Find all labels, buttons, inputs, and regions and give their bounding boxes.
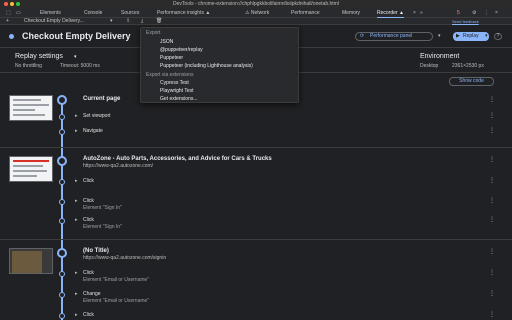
upload-icon[interactable]: ⇪ bbox=[126, 18, 130, 25]
step-node bbox=[59, 313, 65, 319]
performance-panel-label: Performance panel bbox=[370, 33, 413, 39]
tab-elements[interactable]: Elements bbox=[40, 8, 61, 18]
step-selector: Element "Sign In" bbox=[83, 205, 122, 211]
section-menu-icon[interactable]: ⋮ bbox=[489, 157, 495, 164]
step-menu-icon[interactable]: ⋮ bbox=[489, 198, 495, 205]
settings-gear-icon[interactable]: ⚙ bbox=[472, 8, 476, 18]
tab-performance-insights[interactable]: Performance insights ▲ bbox=[157, 8, 210, 18]
recorder-toolbar: + Checkout Empty Delivery... ▾ ⇪ ⤓ 🗑 Sen… bbox=[0, 18, 512, 25]
step-item[interactable]: ▸ Click bbox=[75, 217, 94, 224]
section-menu-icon[interactable]: ⋮ bbox=[489, 97, 495, 104]
devtools-window: DevTools - chrome-extension://chphlpgkkb… bbox=[0, 0, 512, 320]
help-button[interactable]: ? bbox=[494, 33, 502, 40]
more-tabs-icon[interactable]: » bbox=[420, 8, 423, 18]
tab-recorder[interactable]: Recorder ▲ bbox=[377, 8, 404, 18]
replay-dropdown-icon[interactable]: ▾ bbox=[485, 32, 489, 41]
tab-console[interactable]: Console bbox=[84, 8, 102, 18]
replay-settings-title[interactable]: Replay settings bbox=[15, 52, 63, 62]
tab-performance[interactable]: Performance bbox=[291, 8, 320, 18]
new-recording-button[interactable]: + bbox=[6, 18, 9, 25]
collapse-icon[interactable]: ▾ bbox=[74, 52, 77, 62]
download-icon[interactable]: ⤓ bbox=[141, 18, 143, 25]
step-node bbox=[59, 179, 65, 185]
step-menu-icon[interactable]: ⋮ bbox=[489, 128, 495, 135]
step-menu-icon[interactable]: ⋮ bbox=[489, 270, 495, 277]
section-node bbox=[57, 248, 67, 258]
section-thumbnail bbox=[9, 156, 53, 182]
tab-memory[interactable]: Memory bbox=[342, 8, 360, 18]
step-menu-icon[interactable]: ⋮ bbox=[489, 312, 495, 319]
section-title: Current page bbox=[83, 96, 121, 102]
timeout-value[interactable]: Timeout: 5000 ms bbox=[60, 62, 100, 70]
section-url: https://www-qa2.autozone.com/ bbox=[83, 163, 154, 169]
step-node bbox=[59, 292, 65, 298]
tab-network[interactable]: ⚠ Network bbox=[245, 8, 269, 18]
section-divider bbox=[0, 239, 512, 240]
performance-panel-button[interactable]: ⟳ Performance panel bbox=[355, 32, 433, 41]
export-json-item[interactable]: JSON bbox=[160, 39, 173, 46]
step-menu-icon[interactable]: ⋮ bbox=[489, 291, 495, 298]
export-playwright-item[interactable]: Playwright Test bbox=[160, 88, 194, 95]
step-selector: Element "Email or Username" bbox=[83, 277, 150, 283]
environment-title: Environment bbox=[420, 53, 460, 60]
close-devtools-icon[interactable]: × bbox=[495, 8, 498, 18]
step-node bbox=[59, 199, 65, 205]
section-thumbnail bbox=[9, 95, 53, 121]
environment-device: Desktop bbox=[420, 63, 439, 69]
step-item[interactable]: ▸ Change bbox=[75, 291, 101, 298]
export-menu: Export JSON @puppeteer/replay Puppeteer … bbox=[140, 27, 299, 103]
delete-icon[interactable]: 🗑 bbox=[156, 18, 162, 25]
step-node bbox=[59, 129, 65, 135]
export-puppeteer-item[interactable]: Puppeteer bbox=[160, 55, 183, 62]
step-selector: Element "Email or Username" bbox=[83, 298, 150, 304]
export-puppeteer-lighthouse-item[interactable]: Puppeteer (including Lighthouse analysis… bbox=[160, 63, 253, 70]
play-icon: ▶ bbox=[456, 33, 460, 39]
close-tab-icon[interactable]: × bbox=[413, 8, 416, 18]
step-item[interactable]: ▸ Click bbox=[75, 178, 94, 185]
step-item[interactable]: ▸ Set viewport bbox=[75, 113, 111, 120]
replay-button[interactable]: ▶ Replay bbox=[453, 32, 489, 41]
step-menu-icon[interactable]: ⋮ bbox=[489, 217, 495, 224]
section-url: https://www-qa2.autozone.com/signin bbox=[83, 255, 167, 261]
recording-title[interactable]: Checkout Empty Delivery bbox=[22, 30, 131, 43]
step-node bbox=[59, 114, 65, 120]
menu-heading-extensions: Export via extensions bbox=[146, 72, 194, 78]
error-count-badge[interactable]: 5 bbox=[457, 8, 460, 18]
section-thumbnail bbox=[9, 248, 53, 274]
section-node bbox=[57, 95, 67, 105]
replay-label: Replay bbox=[463, 33, 479, 39]
title-bar: DevTools - chrome-extension://chphlpgkkb… bbox=[0, 0, 512, 8]
get-extensions-item[interactable]: Get extensions... bbox=[160, 96, 198, 103]
step-item[interactable]: ▸ Navigate bbox=[75, 128, 103, 135]
throttling-value[interactable]: No throttling bbox=[15, 62, 42, 70]
menu-heading-export: Export bbox=[146, 30, 161, 36]
step-selector: Element "Sign In" bbox=[83, 224, 122, 230]
device-toggle-icon[interactable]: ▭ bbox=[16, 8, 21, 18]
section-menu-icon[interactable]: ⋮ bbox=[489, 249, 495, 256]
window-title: DevTools - chrome-extension://chphlpgkkb… bbox=[173, 1, 339, 7]
perf-dropdown-icon[interactable]: ▾ bbox=[438, 32, 441, 41]
send-feedback-link[interactable]: Send feedback bbox=[452, 18, 479, 25]
export-cypress-item[interactable]: Cypress Test bbox=[160, 80, 189, 87]
chevron-down-icon[interactable]: ▾ bbox=[110, 18, 113, 25]
step-node bbox=[59, 218, 65, 224]
inspect-icon[interactable]: ⬚ bbox=[6, 8, 11, 18]
section-divider bbox=[0, 147, 512, 148]
performance-icon: ⟳ bbox=[360, 33, 365, 39]
tab-sources[interactable]: Sources bbox=[121, 8, 139, 18]
step-menu-icon[interactable]: ⋮ bbox=[489, 113, 495, 120]
recording-dot-icon bbox=[9, 34, 14, 39]
section-node bbox=[57, 156, 67, 166]
step-item[interactable]: ▸ Click bbox=[75, 312, 94, 319]
recording-select[interactable]: Checkout Empty Delivery... bbox=[24, 18, 84, 25]
more-options-icon[interactable]: ⋮ bbox=[484, 8, 489, 18]
step-item[interactable]: ▸ Click bbox=[75, 270, 94, 277]
step-item[interactable]: ▸ Click bbox=[75, 198, 94, 205]
environment-size: 2361×2530 px bbox=[452, 63, 484, 69]
step-node bbox=[59, 271, 65, 277]
export-replay-item[interactable]: @puppeteer/replay bbox=[160, 47, 203, 54]
devtools-tab-bar: ⬚ ▭ Elements Console Sources Performance… bbox=[0, 8, 512, 18]
show-code-button[interactable]: Show code bbox=[449, 77, 494, 86]
step-menu-icon[interactable]: ⋮ bbox=[489, 178, 495, 185]
